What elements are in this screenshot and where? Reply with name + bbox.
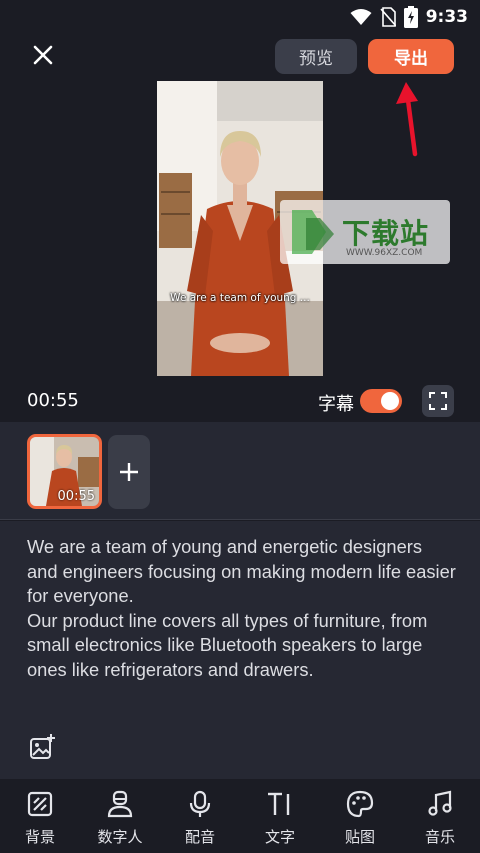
nav-item-music[interactable]: 音乐 — [400, 779, 480, 853]
battery-charging-icon — [403, 6, 418, 28]
no-sim-icon — [380, 7, 396, 27]
nav-item-text[interactable]: 文字 — [240, 779, 320, 853]
fullscreen-icon — [429, 392, 447, 410]
nav-label: 贴图 — [344, 828, 375, 846]
music-icon — [428, 790, 452, 816]
watermark: 下载站 WWW.96XZ.COM — [280, 200, 450, 264]
subtitle-toggle[interactable] — [360, 389, 402, 413]
text-icon — [268, 792, 290, 815]
close-icon — [33, 45, 53, 65]
wifi-icon — [350, 9, 372, 25]
sticker-icon — [346, 790, 374, 818]
subtitle-toggle-label: 字幕 — [318, 394, 354, 415]
toggle-knob — [381, 392, 399, 410]
nav-item-sticker[interactable]: 贴图 — [320, 779, 400, 853]
close-button[interactable] — [28, 40, 58, 70]
nav-label: 数字人 — [97, 828, 143, 846]
watermark-text: 下载站 — [342, 217, 430, 250]
digital-human-icon — [107, 790, 133, 818]
nav-item-digital-human[interactable]: 数字人 — [80, 779, 160, 853]
playback-time: 00:55 — [27, 390, 79, 411]
nav-item-background[interactable]: 背景 — [0, 779, 80, 853]
add-clip-button[interactable] — [108, 435, 150, 509]
script-text[interactable]: We are a team of young and energetic des… — [27, 535, 457, 682]
annotation-arrow — [396, 82, 418, 157]
watermark-logo-icon — [292, 210, 334, 254]
nav-label: 配音 — [184, 828, 215, 846]
clip-thumbnail[interactable]: 00:55 — [27, 434, 102, 509]
nav-item-voiceover[interactable]: 配音 — [160, 779, 240, 853]
status-icons: 9:33 — [350, 6, 468, 28]
script-editor[interactable]: We are a team of young and energetic des… — [0, 521, 480, 779]
nav-label: 背景 — [24, 828, 55, 846]
player-controls: 00:55 字幕 — [0, 384, 480, 420]
preview-button[interactable]: 预览 — [275, 39, 357, 74]
bottom-nav: 背景 数字人 配音 文字 贴图 音乐 — [0, 779, 480, 853]
clip-strip: 00:55 — [0, 422, 480, 520]
top-bar: 预览 导出 — [0, 34, 480, 78]
watermark-url: WWW.96XZ.COM — [346, 248, 423, 258]
status-time: 9:33 — [425, 7, 468, 27]
plus-icon — [120, 463, 138, 481]
video-subtitle-overlay: We are a team of young ... — [170, 292, 310, 304]
background-icon — [27, 791, 53, 817]
add-image-icon — [30, 734, 55, 759]
nav-label: 文字 — [264, 828, 295, 846]
fullscreen-button[interactable] — [422, 385, 454, 417]
nav-label: 音乐 — [424, 828, 455, 846]
microphone-icon — [189, 790, 211, 817]
status-bar: 9:33 — [0, 0, 480, 34]
clip-duration: 00:55 — [57, 489, 95, 504]
add-image-button[interactable] — [28, 733, 56, 761]
export-button[interactable]: 导出 — [368, 39, 454, 74]
